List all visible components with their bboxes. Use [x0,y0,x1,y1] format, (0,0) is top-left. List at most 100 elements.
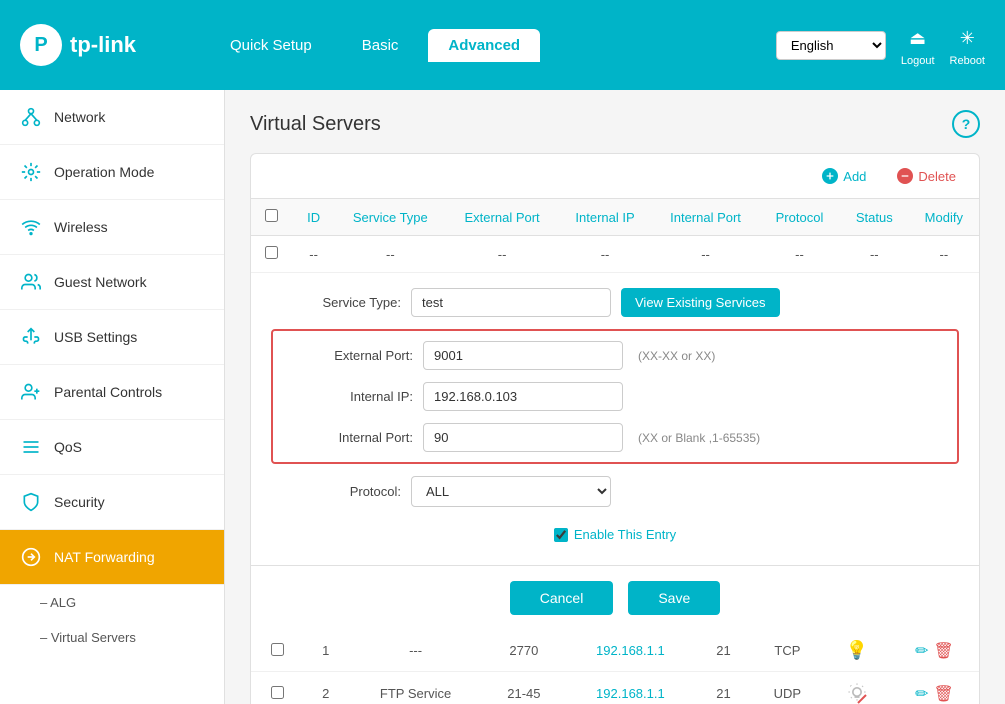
usb-settings-icon [20,326,42,348]
page-title: Virtual Servers [250,113,381,136]
tab-advanced[interactable]: Advanced [428,29,540,62]
select-all-checkbox[interactable] [265,209,278,222]
virtual-servers-card: Add Delete ID Service Type External Port [250,153,980,704]
save-button[interactable]: Save [628,581,720,615]
view-services-button[interactable]: View Existing Services [621,288,780,317]
sidebar-label-wireless: Wireless [54,219,108,235]
header-right: English ⏏ Logout ✳ Reboot [776,23,985,67]
language-select[interactable]: English [776,31,886,60]
nav-tabs: Quick Setup Basic Advanced [210,29,746,62]
internal-ip-input[interactable] [423,382,623,411]
protocol-label: Protocol: [271,484,401,499]
row-2-edit-icon[interactable]: ✏ [915,684,928,704]
row-2-delete-icon[interactable]: 🗑 [933,684,953,704]
help-icon[interactable]: ? [952,110,980,138]
operation-mode-icon [20,161,42,183]
col-status: Status [840,199,909,236]
layout: Network Operation Mode Wireless Guest Ne… [0,90,1005,704]
row-2-service-type: FTP Service [348,672,483,704]
internal-ip-row: Internal IP: [273,382,957,411]
sidebar-item-wireless[interactable]: Wireless [0,200,224,255]
internal-port-label: Internal Port: [283,430,413,445]
service-type-input[interactable] [411,288,611,317]
reboot-icon: ✳ [952,23,982,53]
sidebar-item-security[interactable]: Security [0,475,224,530]
empty-status: -- [840,236,909,273]
page-header: Virtual Servers ? [250,110,980,138]
empty-internal-ip: -- [558,236,652,273]
nat-forwarding-icon [20,546,42,568]
sidebar-item-guest-network[interactable]: Guest Network [0,255,224,310]
sidebar-sub-alg[interactable]: – ALG [0,585,224,620]
main-content: Virtual Servers ? Add Delete [225,90,1005,704]
sidebar-item-qos[interactable]: QoS [0,420,224,475]
col-internal-ip: Internal IP [558,199,652,236]
red-border-section: External Port: (XX-XX or XX) Internal IP… [271,329,959,464]
row-2-id: 2 [304,672,348,704]
row-2-modify: ✏ 🗑 [902,684,967,704]
table-row: 1 --- 2770 192.168.1.1 21 TCP 💡 ✏ [251,630,979,672]
delete-button[interactable]: Delete [889,164,964,188]
tab-quick-setup[interactable]: Quick Setup [210,29,332,62]
row-1-service-type: --- [348,630,483,672]
sidebar-item-usb-settings[interactable]: USB Settings [0,310,224,365]
service-type-row: Service Type: View Existing Services [271,288,959,317]
row-1-status[interactable]: 💡 [824,630,890,672]
sidebar-sub-virtual-servers[interactable]: – Virtual Servers [0,620,224,655]
add-label: Add [843,169,866,184]
row-1-modify: ✏ 🗑 [902,641,967,661]
cancel-button[interactable]: Cancel [510,581,614,615]
row-2-status[interactable] [824,672,890,704]
data-table: 1 --- 2770 192.168.1.1 21 TCP 💡 ✏ [251,630,979,704]
external-port-input[interactable] [423,341,623,370]
qos-icon [20,436,42,458]
logo-text: tp-link [70,32,136,58]
guest-network-icon [20,271,42,293]
empty-id: -- [293,236,335,273]
internal-port-row: Internal Port: (XX or Blank ,1-65535) [273,423,957,452]
row-1-edit-icon[interactable]: ✏ [915,641,928,661]
col-id: ID [293,199,335,236]
row-1-delete-icon[interactable]: 🗑 [933,641,953,661]
row-2-internal-port: 21 [696,672,751,704]
internal-port-input[interactable] [423,423,623,452]
table-wrap: ID Service Type External Port Internal I… [251,199,979,273]
add-button[interactable]: Add [814,164,874,188]
table-row-empty: -- -- -- -- -- -- -- -- [251,236,979,273]
logout-icon: ⏏ [903,23,933,53]
col-protocol: Protocol [759,199,840,236]
row-2-external-port: 21-45 [483,672,564,704]
delete-label: Delete [918,169,956,184]
row-1-id: 1 [304,630,348,672]
row-2-protocol: UDP [751,672,824,704]
sidebar: Network Operation Mode Wireless Guest Ne… [0,90,225,704]
reboot-button[interactable]: ✳ Reboot [950,23,985,67]
virtual-servers-table: ID Service Type External Port Internal I… [251,199,979,273]
sidebar-label-operation-mode: Operation Mode [54,164,154,180]
row-1-checkbox[interactable] [271,643,284,656]
empty-service-type: -- [335,236,447,273]
row-1-internal-port: 21 [696,630,751,672]
row-checkbox-empty[interactable] [265,246,278,259]
internal-ip-label: Internal IP: [283,389,413,404]
enable-entry-checkbox[interactable] [554,528,568,542]
internal-port-hint: (XX or Blank ,1-65535) [638,431,760,445]
empty-internal-port: -- [652,236,759,273]
row-2-checkbox[interactable] [271,686,284,699]
sidebar-label-nat-forwarding: NAT Forwarding [54,549,155,565]
row-1-internal-ip: 192.168.1.1 [565,630,697,672]
sidebar-label-qos: QoS [54,439,82,455]
row-2-internal-ip: 192.168.1.1 [565,672,697,704]
data-table-wrap: 1 --- 2770 192.168.1.1 21 TCP 💡 ✏ [251,630,979,704]
logout-button[interactable]: ⏏ Logout [901,23,935,67]
tab-basic[interactable]: Basic [342,29,419,62]
col-internal-port: Internal Port [652,199,759,236]
sidebar-item-parental-controls[interactable]: Parental Controls [0,365,224,420]
protocol-select[interactable]: ALL TCP UDP TCP/UDP [411,476,611,507]
empty-protocol: -- [759,236,840,273]
header: P tp-link Quick Setup Basic Advanced Eng… [0,0,1005,90]
external-port-row: External Port: (XX-XX or XX) [273,341,957,370]
sidebar-item-network[interactable]: Network [0,90,224,145]
sidebar-item-nat-forwarding[interactable]: NAT Forwarding [0,530,224,585]
sidebar-item-operation-mode[interactable]: Operation Mode [0,145,224,200]
